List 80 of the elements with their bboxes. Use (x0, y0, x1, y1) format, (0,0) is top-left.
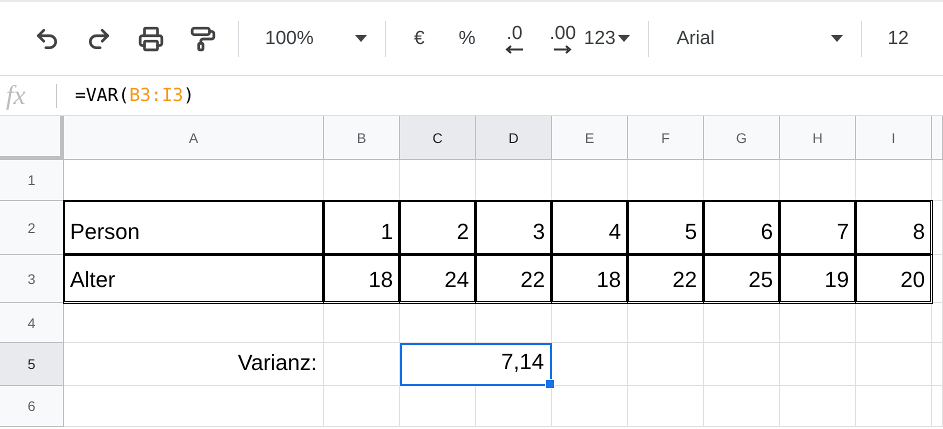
empty-cell[interactable] (704, 303, 780, 343)
caret-icon (618, 35, 630, 42)
increase-decimal-button[interactable]: .00 (549, 18, 576, 58)
column-header[interactable]: I (856, 116, 932, 160)
empty-cell[interactable] (552, 303, 628, 343)
row-header[interactable]: 2 (0, 201, 64, 255)
table-cell[interactable]: 7,14 (400, 343, 552, 386)
empty-cell[interactable] (476, 303, 552, 343)
row-header[interactable]: 6 (0, 386, 64, 427)
empty-cell[interactable] (400, 386, 476, 427)
print-icon (138, 26, 164, 52)
table-cell[interactable]: 5 (628, 201, 704, 255)
empty-cell[interactable] (476, 386, 552, 427)
empty-cell[interactable] (628, 343, 704, 386)
column-header[interactable]: D (476, 116, 552, 160)
empty-cell[interactable] (628, 386, 704, 427)
table-cell[interactable]: Alter (64, 255, 324, 303)
paint-roller-icon (190, 26, 216, 52)
empty-cell[interactable] (324, 303, 400, 343)
more-formats-dropdown[interactable]: 123 (584, 28, 630, 50)
table-cell[interactable]: 22 (476, 255, 552, 303)
empty-cell[interactable] (324, 343, 400, 386)
column-header[interactable]: G (704, 116, 780, 160)
left-arrow-icon (505, 45, 524, 54)
empty-cell[interactable] (552, 343, 628, 386)
row-header[interactable]: 1 (0, 160, 64, 201)
empty-cell[interactable] (932, 201, 943, 255)
table-cell[interactable]: 20 (856, 255, 932, 303)
empty-cell[interactable] (780, 343, 856, 386)
table-cell[interactable]: Varianz: (64, 343, 324, 386)
row-header[interactable]: 4 (0, 303, 64, 343)
empty-cell[interactable] (780, 303, 856, 343)
empty-cell[interactable] (856, 386, 932, 427)
empty-cell[interactable] (932, 303, 943, 343)
table-cell[interactable]: 2 (400, 201, 476, 255)
column-header[interactable]: B (324, 116, 400, 160)
font-dropdown[interactable]: Arial (676, 28, 843, 50)
table-cell[interactable]: 22 (628, 255, 704, 303)
empty-cell[interactable] (780, 386, 856, 427)
decrease-decimal-button[interactable]: .0 (505, 18, 524, 58)
empty-cell[interactable] (932, 343, 943, 386)
fill-handle[interactable] (545, 379, 555, 389)
function-label: fx (5, 80, 26, 111)
right-arrow-icon (554, 45, 572, 54)
empty-cell[interactable] (324, 386, 400, 427)
row-header[interactable]: 3 (0, 255, 64, 303)
caret-icon (355, 35, 367, 42)
percent-button[interactable]: % (458, 28, 476, 50)
caret-icon (830, 35, 843, 42)
table-cell[interactable]: 25 (704, 255, 780, 303)
empty-cell[interactable] (400, 303, 476, 343)
table-cell[interactable]: 3 (476, 201, 552, 255)
table-cell[interactable]: 7 (780, 201, 856, 255)
formula-text[interactable]: =VAR(B3:I3) (75, 85, 194, 106)
empty-cell[interactable] (856, 303, 932, 343)
empty-cell[interactable] (932, 255, 943, 303)
table-cell[interactable]: 18 (324, 255, 400, 303)
currency-button[interactable]: € (414, 28, 425, 50)
column-header[interactable]: E (552, 116, 628, 160)
zoom-dropdown[interactable]: 100% (265, 28, 367, 50)
column-header[interactable]: A (64, 116, 324, 160)
table-cell[interactable]: 8 (856, 201, 932, 255)
table-cell[interactable]: 6 (704, 201, 780, 255)
column-header[interactable]: F (628, 116, 704, 160)
font-size-field[interactable]: 12 (888, 28, 909, 50)
empty-cell[interactable] (704, 343, 780, 386)
table-cell[interactable]: 19 (780, 255, 856, 303)
table-cell[interactable]: 18 (552, 255, 628, 303)
table-cell[interactable]: Person (64, 201, 324, 255)
empty-cell[interactable] (932, 386, 943, 427)
empty-cell[interactable] (856, 343, 932, 386)
column-header[interactable]: C (400, 116, 476, 160)
table-cell[interactable]: 1 (324, 201, 400, 255)
empty-cell[interactable] (552, 386, 628, 427)
row-header[interactable]: 5 (0, 343, 64, 386)
empty-cell[interactable] (704, 386, 780, 427)
table-cell[interactable]: 4 (552, 201, 628, 255)
column-header[interactable]: H (780, 116, 856, 160)
empty-cell[interactable] (628, 303, 704, 343)
table-cell[interactable]: 24 (400, 255, 476, 303)
